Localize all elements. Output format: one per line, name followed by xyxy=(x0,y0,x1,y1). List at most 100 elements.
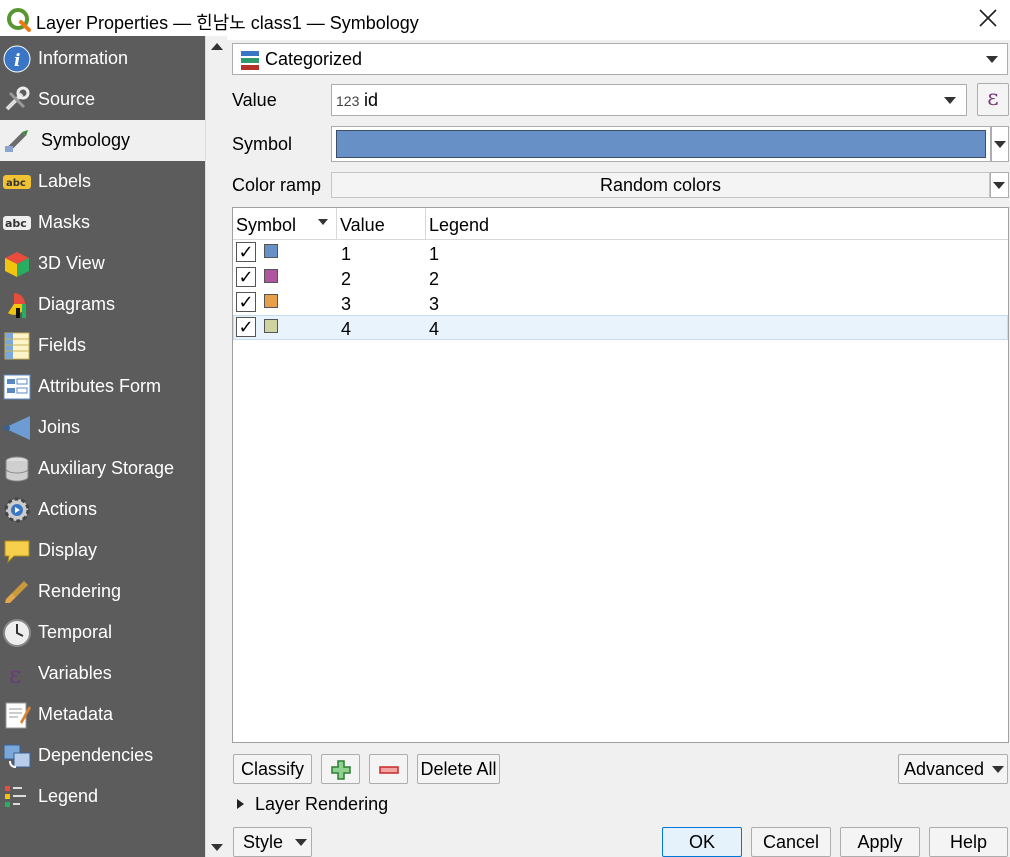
sidebar-item-3d-view[interactable]: 3D View xyxy=(0,243,205,284)
category-value: 1 xyxy=(341,244,352,264)
ok-button[interactable]: OK xyxy=(662,827,742,857)
apply-button[interactable]: Apply xyxy=(840,827,920,857)
help-button[interactable]: Help xyxy=(929,827,1008,857)
cube-icon xyxy=(5,252,29,277)
category-legend: 4 xyxy=(429,319,440,339)
category-legend: 3 xyxy=(429,294,440,314)
sidebar-item-auxiliary-storage[interactable]: Auxiliary Storage xyxy=(0,448,205,489)
symbol-menu-button[interactable] xyxy=(991,126,1009,162)
svg-text:abc: abc xyxy=(5,217,27,230)
sidebar-item-labels[interactable]: abc Labels xyxy=(0,161,205,202)
chevron-down-icon xyxy=(993,182,1005,189)
color-ramp-button[interactable]: Random colors xyxy=(331,172,990,198)
column-header-value[interactable]: Value xyxy=(337,208,426,239)
value-field-text: id xyxy=(364,90,379,110)
info-icon: i xyxy=(3,45,31,73)
scroll-down-arrow-icon[interactable] xyxy=(211,844,223,851)
title-bar: Layer Properties — 힌남노 class1 — Symbolog… xyxy=(0,0,1010,40)
category-checkbox[interactable]: ✓ xyxy=(236,292,256,312)
sidebar-item-metadata[interactable]: Metadata xyxy=(0,694,205,735)
sidebar-item-attributes-form[interactable]: Attributes Form xyxy=(0,366,205,407)
category-legend: 2 xyxy=(429,269,440,289)
color-ramp-menu-button[interactable] xyxy=(990,172,1009,198)
table-row[interactable]: ✓ 3 3 xyxy=(233,290,1008,315)
svg-text:abc: abc xyxy=(6,178,26,189)
renderer-label: Categorized xyxy=(265,49,363,69)
table-row[interactable]: ✓ 1 1 xyxy=(233,240,1008,265)
svg-text:ε: ε xyxy=(9,661,21,689)
layer-rendering-section[interactable]: Layer Rendering xyxy=(255,794,388,815)
category-checkbox[interactable]: ✓ xyxy=(236,317,256,337)
sidebar-item-display[interactable]: Display xyxy=(0,530,205,571)
expand-arrow-icon[interactable] xyxy=(237,799,244,809)
joins-icon xyxy=(4,416,30,440)
sidebar-item-rendering[interactable]: Rendering xyxy=(0,571,205,612)
category-checkbox[interactable]: ✓ xyxy=(236,267,256,287)
category-value: 2 xyxy=(341,269,352,289)
sidebar-item-information[interactable]: i Information xyxy=(0,38,205,79)
fields-icon xyxy=(4,332,30,360)
delete-all-button[interactable]: Delete All xyxy=(417,754,500,784)
scroll-up-arrow-icon[interactable] xyxy=(211,43,223,50)
chevron-down-icon xyxy=(944,97,956,104)
add-category-button[interactable] xyxy=(321,754,360,784)
sidebar-scrollbar[interactable] xyxy=(205,36,227,857)
sidebar-item-joins[interactable]: Joins xyxy=(0,407,205,448)
sidebar-item-actions[interactable]: Actions xyxy=(0,489,205,530)
category-checkbox[interactable]: ✓ xyxy=(236,242,256,262)
svg-text:i: i xyxy=(14,51,20,71)
form-icon xyxy=(3,374,31,400)
column-header-legend[interactable]: Legend xyxy=(426,208,1008,239)
value-label: Value xyxy=(232,90,277,110)
sidebar-item-dependencies[interactable]: Dependencies xyxy=(0,735,205,776)
legend-icon xyxy=(5,786,26,807)
close-icon[interactable] xyxy=(976,6,1000,30)
table-row[interactable]: ✓ 4 4 xyxy=(233,315,1008,340)
sidebar-item-masks[interactable]: abc Masks xyxy=(0,202,205,243)
chevron-down-icon xyxy=(992,766,1004,773)
metadata-icon xyxy=(5,702,31,729)
classify-button[interactable]: Classify xyxy=(233,754,312,784)
table-header: Symbol Value Legend xyxy=(233,208,1008,240)
source-wrench-icon xyxy=(5,86,30,111)
field-type-badge: 123 xyxy=(336,93,360,109)
sidebar-item-diagrams[interactable]: Diagrams xyxy=(0,284,205,325)
paintbrush-icon xyxy=(5,130,28,152)
sidebar-item-source[interactable]: Source xyxy=(0,79,205,120)
remove-category-button[interactable] xyxy=(369,754,408,784)
color-ramp-label: Color ramp xyxy=(232,175,322,195)
sidebar-item-temporal[interactable]: Temporal xyxy=(0,612,205,653)
value-field-select[interactable]: 123 id xyxy=(331,84,967,116)
style-button[interactable]: Style xyxy=(233,827,312,857)
table-row[interactable]: ✓ 2 2 xyxy=(233,265,1008,290)
chevron-down-icon xyxy=(994,141,1006,148)
sidebar-item-variables[interactable]: ε Variables xyxy=(0,653,205,694)
advanced-button[interactable]: Advanced xyxy=(898,754,1008,784)
column-header-symbol[interactable]: Symbol xyxy=(233,208,337,239)
categories-table[interactable]: Symbol Value Legend ✓ 1 1 ✓ 2 2 ✓ 3 3 ✓ … xyxy=(232,207,1009,743)
database-icon xyxy=(5,456,29,482)
sidebar-item-symbology[interactable]: Symbology xyxy=(0,120,205,161)
sidebar-item-fields[interactable]: Fields xyxy=(0,325,205,366)
masks-abc-icon: abc xyxy=(3,216,31,230)
symbol-color-swatch xyxy=(336,130,986,158)
category-symbol-swatch[interactable] xyxy=(264,269,278,283)
category-symbol-swatch[interactable] xyxy=(264,319,278,333)
category-symbol-swatch[interactable] xyxy=(264,244,278,258)
category-legend: 1 xyxy=(429,244,440,264)
expression-button[interactable]: ε xyxy=(977,83,1009,116)
clock-icon xyxy=(3,619,31,647)
brush-icon xyxy=(5,581,28,603)
chevron-down-icon xyxy=(295,839,307,846)
epsilon-icon: ε xyxy=(9,661,21,689)
cancel-button[interactable]: Cancel xyxy=(751,827,831,857)
category-value: 4 xyxy=(341,319,352,339)
speech-bubble-icon xyxy=(4,540,30,564)
symbol-button[interactable] xyxy=(331,126,991,162)
category-value: 3 xyxy=(341,294,352,314)
renderer-select[interactable]: Categorized xyxy=(232,43,1008,75)
category-symbol-swatch[interactable] xyxy=(264,294,278,308)
qgis-logo-icon xyxy=(7,8,31,32)
sidebar-item-legend[interactable]: Legend xyxy=(0,776,205,817)
window-title: Layer Properties — 힌남노 class1 — Symbolog… xyxy=(36,13,419,33)
